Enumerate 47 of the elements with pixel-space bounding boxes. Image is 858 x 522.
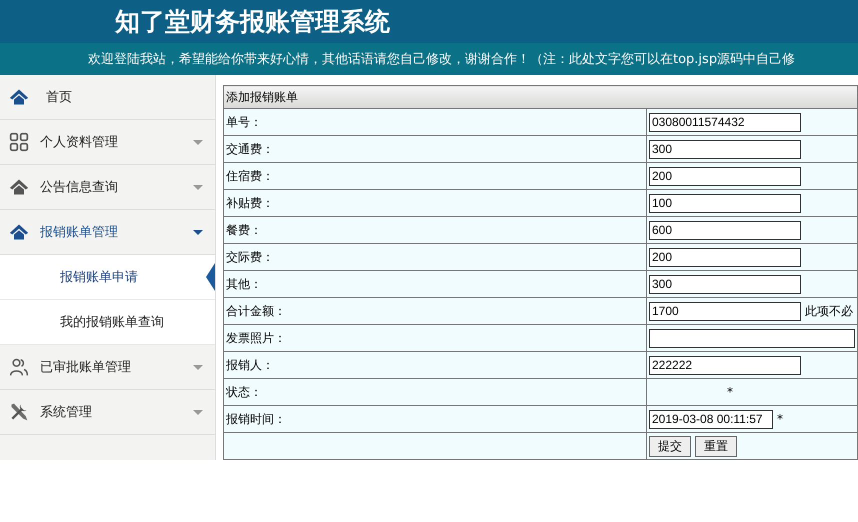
grid-icon [8, 132, 30, 152]
field-label: 合计金额： [224, 298, 646, 324]
field-label: 住宿费： [224, 162, 646, 190]
home-icon [8, 177, 30, 197]
caret-icon [193, 410, 203, 414]
caret-icon [193, 140, 203, 144]
field-label: 发票照片： [224, 324, 646, 352]
input-field[interactable]: 300 [649, 140, 801, 158]
sidebar-item[interactable]: 公告信息查询 [0, 165, 215, 210]
caret-icon [193, 364, 203, 370]
field-label: 单号： [224, 108, 646, 136]
sidebar-item[interactable]: 个人资料管理 [0, 120, 215, 165]
input-field[interactable]: 03080011574432 [649, 112, 801, 132]
field-label: 报销人： [224, 352, 646, 378]
field-label: 状态： [224, 378, 646, 406]
form-button[interactable]: 提交 [649, 436, 691, 456]
field-note: 此项不必 [805, 304, 853, 318]
input-field[interactable]: 222222 [649, 356, 801, 374]
users-icon [8, 357, 30, 377]
input-field[interactable]: 200 [649, 248, 801, 266]
field-label: 补贴费： [224, 190, 646, 216]
status-value: * [727, 385, 733, 399]
input-field[interactable]: 200 [649, 166, 801, 186]
submenu-item[interactable]: 我的报销账单查询 [0, 300, 215, 345]
input-field[interactable]: 600 [649, 220, 801, 240]
form-title: 添加报销账单 [224, 86, 858, 108]
caret-icon [193, 184, 203, 190]
input-field[interactable]: 300 [649, 274, 801, 294]
field-label: 报销时间： [224, 406, 646, 432]
sidebar-item[interactable]: 首页 [0, 75, 215, 120]
field-note: * [777, 412, 783, 426]
home-icon [8, 87, 30, 107]
welcome-notice: 欢迎登陆我站，希望能给你带来好心情，其他话语请您自己修改，谢谢合作！（注：此处文字您可以在top.jsp源码中自己修 [88, 51, 796, 68]
field-label: 餐费： [224, 216, 646, 244]
input-field[interactable]: 1700 [649, 302, 801, 320]
file-field[interactable] [649, 328, 855, 348]
app-title: 知了堂财务报账管理系统 [115, 6, 390, 38]
input-field[interactable]: 2019-03-08 00:11:57 [649, 410, 773, 428]
caret-icon [193, 230, 203, 234]
field-label: 其他： [224, 270, 646, 298]
field-label: 交际费： [224, 244, 646, 270]
field-label: 交通费： [224, 136, 646, 162]
form-button[interactable]: 重置 [695, 436, 737, 456]
sidebar-item[interactable]: 系统管理 [0, 390, 215, 435]
home-icon [8, 222, 30, 242]
sidebar-item[interactable]: 已审批账单管理 [0, 345, 215, 390]
input-field[interactable]: 100 [649, 194, 801, 212]
